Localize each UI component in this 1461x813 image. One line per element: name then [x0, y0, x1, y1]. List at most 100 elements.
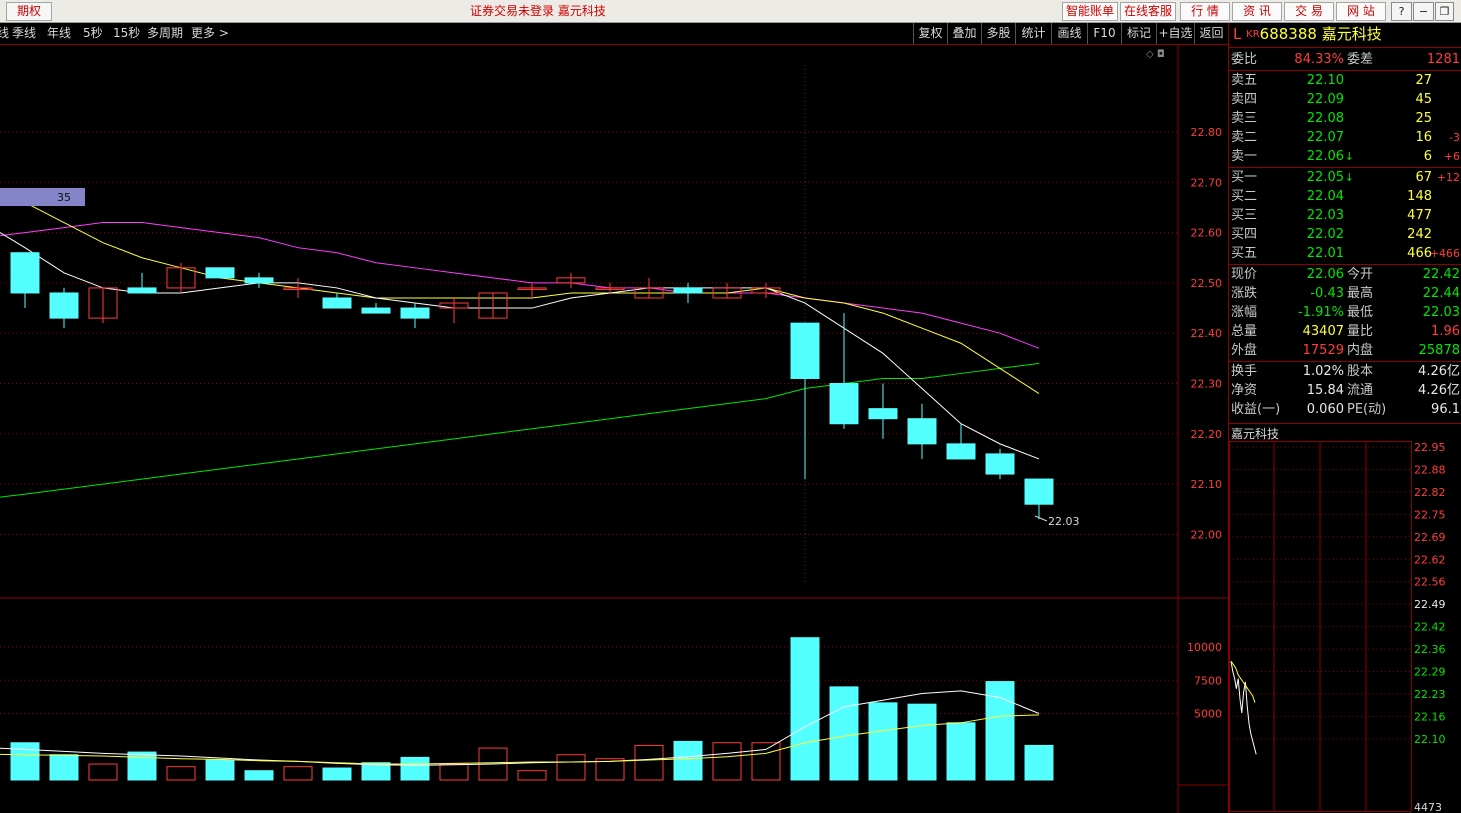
adjust-button[interactable]: 复权 — [913, 23, 947, 44]
trade-button[interactable]: 交 易 — [1284, 2, 1334, 21]
mini-price-label: 22.56 — [1414, 576, 1446, 589]
website-button[interactable]: 网 站 — [1336, 2, 1386, 21]
stat-value: 22.03 — [1422, 305, 1460, 320]
ask-price: 22.09 — [1306, 92, 1344, 107]
period-item-5s[interactable]: 5秒 — [83, 26, 103, 41]
stat-row: 涨幅 -1.91% 最低 22.03 — [1229, 303, 1461, 322]
mini-price-label: 22.42 — [1414, 621, 1446, 634]
minimize-icon[interactable]: − — [1413, 2, 1434, 21]
mini-price-label: 22.95 — [1414, 441, 1446, 454]
stat-row: 涨跌 -0.43 最高 22.44 — [1229, 284, 1461, 303]
price-axis-label: 22.00 — [1191, 528, 1223, 541]
fund-label: 股本 — [1347, 364, 1374, 379]
mini-price-label: 22.49 — [1414, 598, 1446, 611]
volume-bar — [283, 766, 313, 781]
volume-axis-label: 5000 — [1194, 708, 1222, 721]
fund-label: 收益(一) — [1231, 402, 1281, 417]
period-item-year[interactable]: 年线 — [47, 26, 71, 41]
smart-bill-button[interactable]: 智能账单 — [1062, 2, 1118, 21]
help-icon[interactable]: ? — [1391, 2, 1412, 21]
period-item-quarter[interactable]: 季线 — [12, 26, 36, 41]
mini-price-label: 22.75 — [1414, 508, 1446, 521]
stat-value: 22.42 — [1422, 267, 1460, 282]
volume-axis-label: 7500 — [1194, 674, 1222, 687]
period-item-15s[interactable]: 15秒 — [113, 26, 140, 41]
stat-label: 最高 — [1347, 286, 1374, 301]
volume-bar — [322, 767, 352, 781]
mini-price-label: 22.16 — [1414, 710, 1446, 723]
volume-bar — [439, 763, 469, 781]
stat-label: 内盘 — [1347, 343, 1374, 358]
volume-bar — [829, 686, 859, 781]
ask-label: 卖二 — [1231, 130, 1258, 145]
statistics-button[interactable]: 统计 — [1015, 23, 1051, 44]
ask-price: 22.06 — [1306, 149, 1344, 164]
candle-body — [322, 297, 352, 309]
quotes-button[interactable]: 行 情 — [1180, 2, 1230, 21]
online-service-button[interactable]: 在线客服 — [1120, 2, 1176, 21]
overlay-button[interactable]: 叠加 — [947, 23, 981, 44]
price-axis-label: 22.80 — [1191, 126, 1223, 139]
volume-bar — [1024, 744, 1054, 781]
stat-row: 外盘 17529 内盘 25878 — [1229, 341, 1461, 360]
mark-button[interactable]: 标记 — [1121, 23, 1156, 44]
volume-bar — [10, 742, 40, 781]
multi-stock-button[interactable]: 多股 — [981, 23, 1015, 44]
f10-button[interactable]: F10 — [1087, 23, 1121, 44]
ask-change: +6 — [1443, 150, 1460, 163]
period-item-partial[interactable]: 线 — [0, 26, 9, 41]
fund-value: 0.060 — [1306, 402, 1344, 417]
volume-bar — [166, 766, 196, 781]
price-axis-label: 22.70 — [1191, 176, 1223, 189]
intraday-mini-chart[interactable]: 22.95 22.88 22.82 22.75 22.69 22.62 22.56 22.49… — [1229, 441, 1461, 813]
fund-value: 4.26亿 — [1418, 383, 1460, 398]
low-annotation: 22.03 — [1048, 515, 1080, 528]
volume-bar — [127, 751, 157, 781]
bid-row: 买一 22.05 ↓ 67 +12 — [1229, 168, 1461, 187]
ask-volume: 45 — [1415, 92, 1432, 107]
period-item-multi[interactable]: 多周期 — [147, 26, 183, 41]
fund-value: 4.26亿 — [1418, 364, 1460, 379]
mini-price-label: 22.69 — [1414, 531, 1446, 544]
draw-line-button[interactable]: 画线 — [1051, 23, 1087, 44]
price-axis-label: 22.60 — [1191, 227, 1223, 240]
bid-row: 买二 22.04 148 — [1229, 187, 1461, 206]
chart-settings-icon[interactable]: ◇ ◘ — [1146, 49, 1165, 60]
back-button[interactable]: 返回 — [1194, 23, 1228, 44]
volume-bar — [88, 763, 118, 781]
mini-price-label: 22.82 — [1414, 486, 1446, 499]
candle-body — [790, 322, 820, 379]
bid-price: 22.03 — [1306, 208, 1344, 223]
ask-label: 卖三 — [1231, 111, 1258, 126]
period-item-more[interactable]: 更多 > — [191, 26, 229, 41]
ask-row: 卖一 22.06 ↓ 6 +6 — [1229, 147, 1461, 166]
ask-volume: 25 — [1415, 111, 1432, 126]
fund-row: 换手 1.02% 股本 4.26亿 — [1229, 362, 1461, 381]
news-button[interactable]: 资 讯 — [1232, 2, 1282, 21]
bid-label: 买四 — [1231, 227, 1258, 242]
bid-volume: 477 — [1407, 208, 1432, 223]
price-axis-label: 22.30 — [1191, 378, 1223, 391]
stat-label: 最低 — [1347, 305, 1374, 320]
volume-bar — [868, 702, 898, 781]
fund-row: 收益(一) 0.060 PE(动) 96.1 — [1229, 400, 1461, 419]
volume-bar — [49, 754, 79, 781]
ask-label: 卖五 — [1231, 73, 1258, 88]
volume-bar — [946, 722, 976, 781]
candle-body — [205, 267, 235, 279]
ask-price: 22.07 — [1306, 130, 1344, 145]
restore-icon[interactable]: ❐ — [1435, 2, 1454, 21]
kline-chart[interactable]: 22.80 22.70 22.60 22.50 22.40 22.30 22.20 22.10… — [0, 45, 1228, 813]
candle-body — [985, 453, 1015, 475]
ask-label: 卖一 — [1231, 149, 1258, 164]
bid-change: +12 — [1436, 171, 1460, 184]
period-tab[interactable]: 期权 — [6, 2, 52, 21]
candle-body — [829, 383, 859, 425]
bid-volume: 242 — [1407, 227, 1432, 242]
stock-prefix: L — [1233, 25, 1242, 43]
stat-value: 17529 — [1302, 343, 1344, 358]
add-watchlist-button[interactable]: +自选 — [1156, 23, 1194, 44]
mini-price-label: 22.29 — [1414, 666, 1446, 679]
candle-body — [673, 287, 703, 294]
fund-label: 流通 — [1347, 383, 1374, 398]
